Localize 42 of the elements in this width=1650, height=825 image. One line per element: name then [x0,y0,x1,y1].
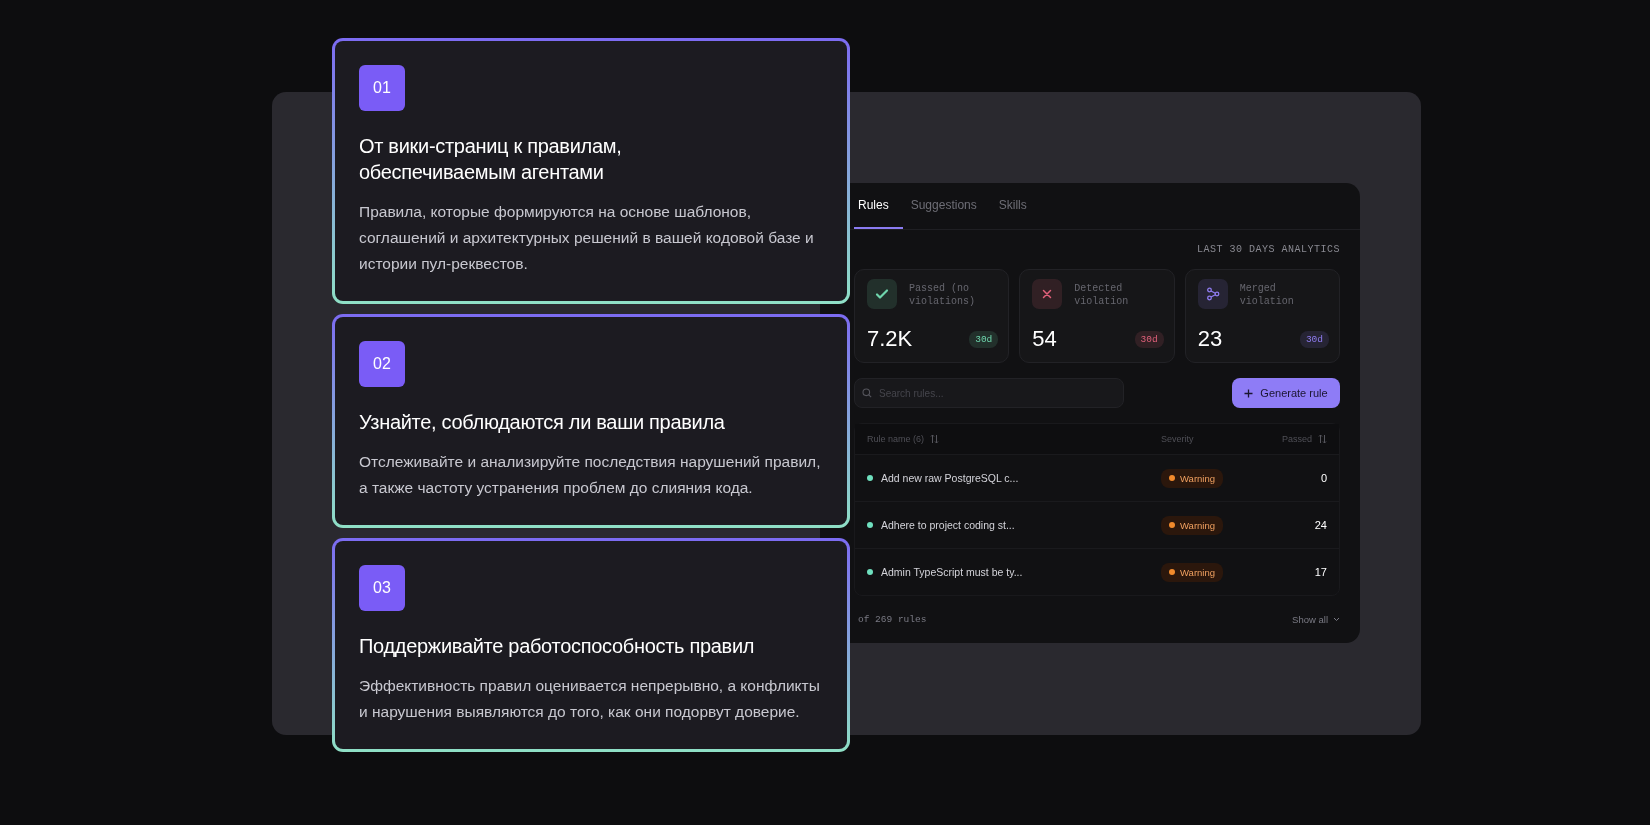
period-badge: 30d [1134,330,1164,348]
tab[interactable]: Rules [854,183,903,229]
severity-badge: Warning [1161,515,1224,535]
chevron-down-icon [1333,617,1340,622]
stat-value: 7.2K [867,326,913,352]
severity-badge: Warning [1161,468,1224,488]
status-dot-icon [867,475,873,481]
rule-name[interactable]: Admin TypeScript must be ty... [881,566,1023,578]
passed-count: 0 [1319,472,1327,484]
period-badge: 30d [969,330,999,348]
status-dot-icon [867,569,873,575]
generate-rule-button[interactable]: Generate rule [1232,378,1340,408]
tab[interactable]: Suggestions [906,183,991,229]
stat-label: Merged violation [1239,282,1295,308]
analytics-label: LAST 30 DAYS ANALYTICS [1195,244,1340,255]
status-dot-icon [867,522,873,528]
stat-value: 23 [1197,326,1223,352]
step-number: 02 [359,341,405,387]
severity-badge: Warning [1161,562,1224,582]
step-number: 03 [359,565,405,611]
feature-description: Отслеживайте и анализируйте последствия нарушений правил, а также частоту устранения проблем до слияния кода. [359,452,821,498]
sort-icon[interactable] [930,434,940,444]
feature-description: Правила, которые формируются на основе шаблонов, соглашений и архитектурных решений в вашей кодовой базе и истории пул-реквестов. [359,202,815,274]
step-number: 01 [359,65,405,111]
rule-name[interactable]: Adhere to project coding st... [881,519,1015,531]
show-all-link[interactable]: Show all [1292,614,1328,625]
sort-icon[interactable] [1318,434,1327,444]
feature-title: Поддерживайте работоспособность правил [359,634,756,659]
stat-label: Passed (no violations) [909,282,976,308]
rule-count: of 269 rules [858,614,927,625]
feature-title: От вики-страниц к правилам, обеспечиваемым агентами [359,134,623,185]
column-header: Severity [1160,434,1195,444]
stat-label: Detected violation [1074,282,1130,308]
feature-title: Узнайте, соблюдаются ли ваши правила [359,410,726,435]
stat-value: 54 [1032,326,1057,352]
plus-icon [1244,388,1254,398]
passed-count: 24 [1313,519,1327,531]
rule-name[interactable]: Add new raw PostgreSQL c... [881,472,1019,484]
passed-count: 17 [1313,566,1327,578]
feature-description: Эффективность правил оценивается непрерывно, а конфликты и нарушения выявляются до того, как они подорвут доверие. [359,676,821,722]
period-badge: 30d [1299,330,1329,348]
tab[interactable]: Skills [994,183,1041,229]
